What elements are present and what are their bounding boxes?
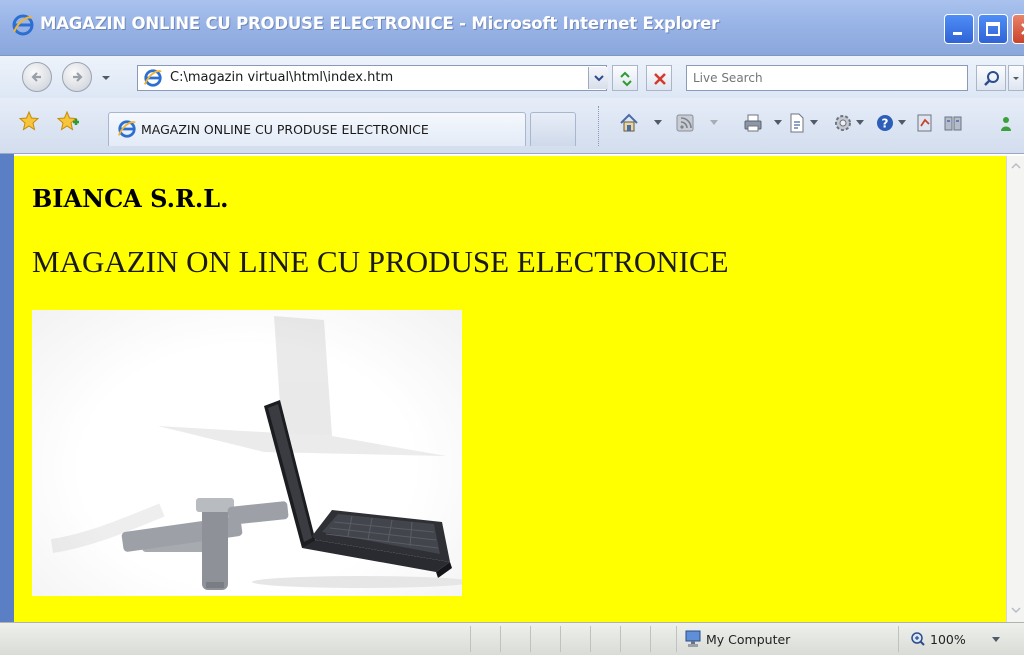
status-divider bbox=[898, 626, 899, 652]
status-divider bbox=[500, 626, 501, 652]
vertical-scrollbar[interactable] bbox=[1006, 156, 1024, 622]
status-divider bbox=[650, 626, 651, 652]
page-icon[interactable] bbox=[786, 112, 808, 134]
scroll-down-arrow-icon[interactable] bbox=[1010, 604, 1022, 616]
security-zone-label[interactable]: My Computer bbox=[706, 632, 790, 647]
back-button[interactable] bbox=[22, 62, 52, 92]
address-field[interactable]: C:\magazin virtual\html\index.htm bbox=[137, 65, 607, 91]
status-divider bbox=[560, 626, 561, 652]
status-divider bbox=[470, 626, 471, 652]
scroll-up-arrow-icon[interactable] bbox=[1010, 160, 1022, 172]
refresh-icon bbox=[620, 71, 632, 87]
feeds-dropdown-icon[interactable] bbox=[710, 120, 718, 126]
address-url: C:\magazin virtual\html\index.htm bbox=[170, 70, 394, 85]
page-dropdown-icon[interactable] bbox=[810, 120, 818, 126]
zoom-level[interactable]: 100% bbox=[930, 632, 966, 647]
history-dropdown-icon[interactable] bbox=[100, 72, 112, 84]
stop-button[interactable] bbox=[646, 65, 672, 91]
research-icon[interactable] bbox=[914, 112, 936, 134]
laptop-illustration bbox=[50, 316, 472, 590]
status-divider bbox=[530, 626, 531, 652]
search-button[interactable] bbox=[976, 65, 1006, 91]
back-arrow-icon bbox=[31, 72, 41, 82]
computer-icon bbox=[685, 630, 701, 647]
print-dropdown-icon[interactable] bbox=[774, 120, 782, 126]
messenger-people-icon[interactable] bbox=[998, 112, 1020, 134]
title-bar: MAGAZIN ONLINE CU PRODUSE ELECTRONICE - … bbox=[0, 0, 1024, 56]
svg-text:?: ? bbox=[882, 117, 889, 131]
zoom-icon[interactable] bbox=[910, 631, 926, 647]
home-icon[interactable] bbox=[618, 112, 640, 134]
toolbar-separator bbox=[598, 106, 600, 146]
stop-icon bbox=[654, 73, 666, 85]
status-divider bbox=[676, 626, 677, 652]
company-name: BIANCA S.R.L. bbox=[32, 184, 229, 213]
search-input[interactable] bbox=[686, 65, 968, 91]
tab-label: MAGAZIN ONLINE CU PRODUSE ELECTRONICE bbox=[141, 122, 429, 137]
ie-logo-icon bbox=[12, 14, 34, 36]
address-dropdown-button[interactable] bbox=[588, 67, 608, 89]
maximize-button[interactable] bbox=[978, 14, 1008, 44]
tab-toolbar: MAGAZIN ONLINE CU PRODUSE ELECTRONICE ? bbox=[0, 98, 1024, 154]
close-button[interactable] bbox=[1012, 14, 1024, 44]
forward-arrow-icon bbox=[73, 72, 83, 82]
zoom-dropdown-icon[interactable] bbox=[992, 637, 1000, 643]
window-title: MAGAZIN ONLINE CU PRODUSE ELECTRONICE - … bbox=[40, 14, 720, 33]
favorites-star-icon[interactable] bbox=[18, 110, 40, 132]
refresh-button[interactable] bbox=[612, 65, 638, 91]
status-bar: My Computer 100% bbox=[0, 622, 1024, 655]
minimize-icon bbox=[953, 32, 962, 35]
tab-ie-icon bbox=[117, 120, 136, 138]
close-icon bbox=[1021, 23, 1024, 35]
print-icon[interactable] bbox=[742, 112, 764, 134]
feeds-icon[interactable] bbox=[674, 112, 696, 134]
messenger-icon[interactable] bbox=[942, 112, 964, 134]
minimize-button[interactable] bbox=[944, 14, 974, 44]
search-icon bbox=[984, 71, 999, 86]
maximize-icon bbox=[986, 22, 1000, 36]
window-frame-left bbox=[0, 154, 14, 624]
laptop-product-image bbox=[32, 310, 472, 596]
tools-dropdown-icon[interactable] bbox=[856, 120, 864, 126]
chevron-down-icon bbox=[594, 75, 604, 82]
status-divider bbox=[590, 626, 591, 652]
page-viewport: BIANCA S.R.L. MAGAZIN ON LINE CU PRODUSE… bbox=[14, 156, 1006, 622]
add-favorites-icon[interactable] bbox=[56, 110, 80, 132]
search-options-button[interactable] bbox=[1008, 65, 1024, 91]
chevron-down-icon bbox=[1013, 77, 1019, 80]
page-ie-icon bbox=[143, 69, 162, 87]
help-icon[interactable]: ? bbox=[874, 112, 896, 134]
tools-gear-icon[interactable] bbox=[832, 112, 854, 134]
status-divider bbox=[620, 626, 621, 652]
help-dropdown-icon[interactable] bbox=[898, 120, 906, 126]
address-toolbar: C:\magazin virtual\html\index.htm bbox=[0, 56, 1024, 98]
page-heading: MAGAZIN ON LINE CU PRODUSE ELECTRONICE bbox=[32, 244, 729, 279]
home-dropdown-icon[interactable] bbox=[654, 120, 662, 126]
new-tab-button[interactable] bbox=[530, 112, 576, 146]
tab-current[interactable]: MAGAZIN ONLINE CU PRODUSE ELECTRONICE bbox=[108, 112, 526, 146]
forward-button[interactable] bbox=[62, 62, 92, 92]
